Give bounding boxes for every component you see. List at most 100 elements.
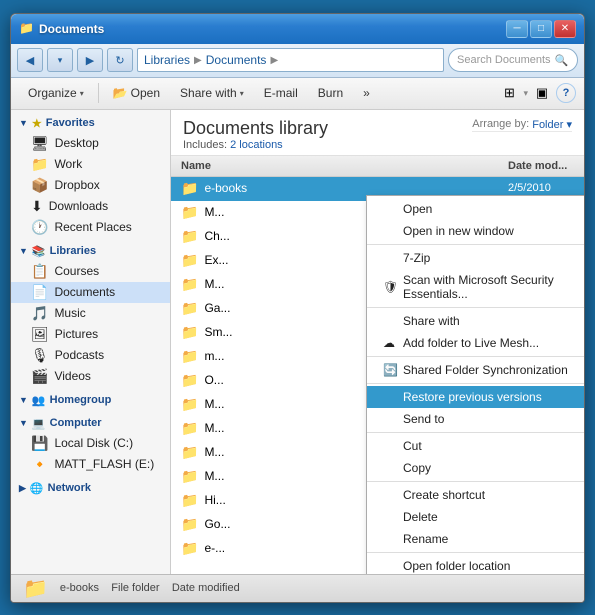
search-bar[interactable]: Search Documents 🔍: [448, 48, 578, 72]
minimize-button[interactable]: ─: [506, 20, 528, 38]
file-row[interactable]: 📁e-books2/5/2010OpenOpen in new window7-…: [171, 177, 584, 201]
arrange-value[interactable]: Folder ▾: [532, 118, 572, 131]
arrange-bar: Arrange by: Folder ▾: [472, 118, 572, 132]
computer-arrow: ▼: [19, 418, 28, 428]
context-menu-item-0[interactable]: Open: [367, 198, 584, 220]
context-menu-item-11[interactable]: Create shortcut: [367, 484, 584, 506]
computer-label: Computer: [50, 417, 102, 429]
libraries-arrow: ▼: [19, 246, 28, 256]
local-disk-icon: 💾: [31, 435, 48, 452]
burn-button[interactable]: Burn: [309, 81, 352, 105]
file-list: 📁e-books2/5/2010OpenOpen in new window7-…: [171, 177, 584, 574]
ctx-item-label-2: 7-Zip: [403, 251, 430, 265]
videos-icon: 🎬: [31, 368, 48, 385]
sidebar: ▼ ★ Favorites 🖥 Desktop 📁 Work 📦 Dropbox: [11, 110, 171, 574]
libraries-header[interactable]: ▼ 📚 Libraries: [11, 242, 170, 261]
breadcrumb-documents[interactable]: Documents: [206, 53, 267, 67]
favorites-header[interactable]: ▼ ★ Favorites: [11, 114, 170, 133]
sidebar-item-work[interactable]: 📁 Work: [11, 154, 170, 175]
arrange-chevron-icon: ▾: [566, 119, 572, 131]
sidebar-item-downloads[interactable]: ⬇ Downloads: [11, 196, 170, 217]
folder-icon: 📁: [181, 180, 198, 197]
sidebar-dropbox-label: Dropbox: [54, 178, 99, 192]
ctx-item-label-14: Open folder location: [403, 559, 510, 573]
search-icon: 🔍: [555, 54, 569, 67]
file-name-text: Sm...: [204, 325, 232, 339]
favorites-label: Favorites: [46, 117, 95, 129]
locations-link[interactable]: 2 locations: [230, 139, 283, 151]
sidebar-videos-label: Videos: [54, 369, 90, 383]
sidebar-item-music[interactable]: 🎵 Music: [11, 303, 170, 324]
sidebar-item-pictures[interactable]: 🖼 Pictures: [11, 324, 170, 345]
share-with-button[interactable]: Share with ▾: [171, 81, 253, 105]
nav-dropdown-button[interactable]: ▾: [47, 48, 73, 72]
sidebar-item-flash[interactable]: 🔸 MATT_FLASH (E:): [11, 454, 170, 475]
back-button[interactable]: ◀: [17, 48, 43, 72]
libraries-section: ▼ 📚 Libraries 📋 Courses 📄 Documents 🎵 Mu…: [11, 242, 170, 387]
email-button[interactable]: E-mail: [255, 81, 307, 105]
sidebar-item-courses[interactable]: 📋 Courses: [11, 261, 170, 282]
context-menu-item-10[interactable]: Copy: [367, 457, 584, 479]
computer-header[interactable]: ▼ 💻 Computer: [11, 414, 170, 433]
context-menu-item-1[interactable]: Open in new window: [367, 220, 584, 242]
context-menu-item-7[interactable]: Restore previous versions: [367, 386, 584, 408]
email-label: E-mail: [264, 86, 298, 100]
folder-icon: 📁: [181, 204, 198, 221]
sidebar-item-desktop[interactable]: 🖥 Desktop: [11, 133, 170, 154]
computer-section: ▼ 💻 Computer 💾 Local Disk (C:) 🔸 MATT_FL…: [11, 414, 170, 475]
forward-button[interactable]: ▶: [77, 48, 103, 72]
arrange-label: Arrange by:: [472, 118, 529, 130]
help-button[interactable]: ?: [556, 83, 576, 103]
breadcrumb-libraries[interactable]: Libraries: [144, 53, 190, 67]
context-menu-item-6[interactable]: 🔄Shared Folder Synchronization▶: [367, 359, 584, 381]
file-name-text: O...: [204, 373, 223, 387]
folder-icon: 📁: [181, 252, 198, 269]
maximize-button[interactable]: □: [530, 20, 552, 38]
sidebar-item-podcasts[interactable]: 🎙 Podcasts: [11, 345, 170, 366]
organize-button[interactable]: Organize ▾: [19, 81, 93, 105]
folder-icon: 📁: [181, 372, 198, 389]
ctx-item-icon-6: 🔄: [383, 363, 403, 377]
sidebar-item-documents[interactable]: 📄 Documents: [11, 282, 170, 303]
network-header[interactable]: ▶ 🌐 Network: [11, 479, 170, 498]
ctx-item-label-6: Shared Folder Synchronization: [403, 363, 568, 377]
close-button[interactable]: ✕: [554, 20, 576, 38]
context-menu-item-12[interactable]: Delete: [367, 506, 584, 528]
file-name-text: e-...: [204, 541, 225, 555]
folder-icon: 📁: [181, 420, 198, 437]
preview-button[interactable]: ▣: [530, 81, 554, 105]
sidebar-courses-label: Courses: [54, 264, 99, 278]
context-menu-item-14[interactable]: Open folder location: [367, 555, 584, 574]
file-name-text: M...: [204, 469, 224, 483]
ctx-item-icon-3: 🛡: [383, 280, 403, 294]
context-menu-item-13[interactable]: Rename: [367, 528, 584, 550]
col-name-header[interactable]: Name: [171, 158, 504, 174]
context-menu-item-8[interactable]: Send to▶: [367, 408, 584, 430]
homegroup-section: ▼ 👥 Homegroup: [11, 391, 170, 410]
file-name-text: Ga...: [204, 301, 230, 315]
ctx-item-label-9: Cut: [403, 439, 422, 453]
folder-icon: 📁: [181, 444, 198, 461]
col-date-header[interactable]: Date mod...: [504, 158, 584, 174]
context-menu-item-9[interactable]: Cut: [367, 435, 584, 457]
downloads-icon: ⬇: [31, 198, 43, 215]
toolbar-sep-1: [98, 83, 99, 103]
context-menu-item-5[interactable]: ☁Add folder to Live Mesh...: [367, 332, 584, 354]
open-button[interactable]: 📂 Open: [104, 81, 169, 105]
more-button[interactable]: »: [354, 81, 379, 105]
context-menu-item-3[interactable]: 🛡Scan with Microsoft Security Essentials…: [367, 269, 584, 305]
sidebar-item-videos[interactable]: 🎬 Videos: [11, 366, 170, 387]
refresh-button[interactable]: ↻: [107, 48, 133, 72]
sidebar-item-recent-places[interactable]: 🕐 Recent Places: [11, 217, 170, 238]
homegroup-header[interactable]: ▼ 👥 Homegroup: [11, 391, 170, 410]
views-menu-button[interactable]: ⊞: [497, 81, 521, 105]
title-bar-controls: ─ □ ✕: [506, 20, 576, 38]
context-menu-item-2[interactable]: 7-Zip▶: [367, 247, 584, 269]
context-menu-item-4[interactable]: Share with▶: [367, 310, 584, 332]
ctx-item-label-5: Add folder to Live Mesh...: [403, 336, 539, 350]
breadcrumb[interactable]: Libraries ▶ Documents ▶: [137, 48, 444, 72]
sidebar-item-local-disk[interactable]: 💾 Local Disk (C:): [11, 433, 170, 454]
sidebar-item-dropbox[interactable]: 📦 Dropbox: [11, 175, 170, 196]
sidebar-local-disk-label: Local Disk (C:): [54, 436, 133, 450]
libraries-label: Libraries: [50, 245, 96, 257]
